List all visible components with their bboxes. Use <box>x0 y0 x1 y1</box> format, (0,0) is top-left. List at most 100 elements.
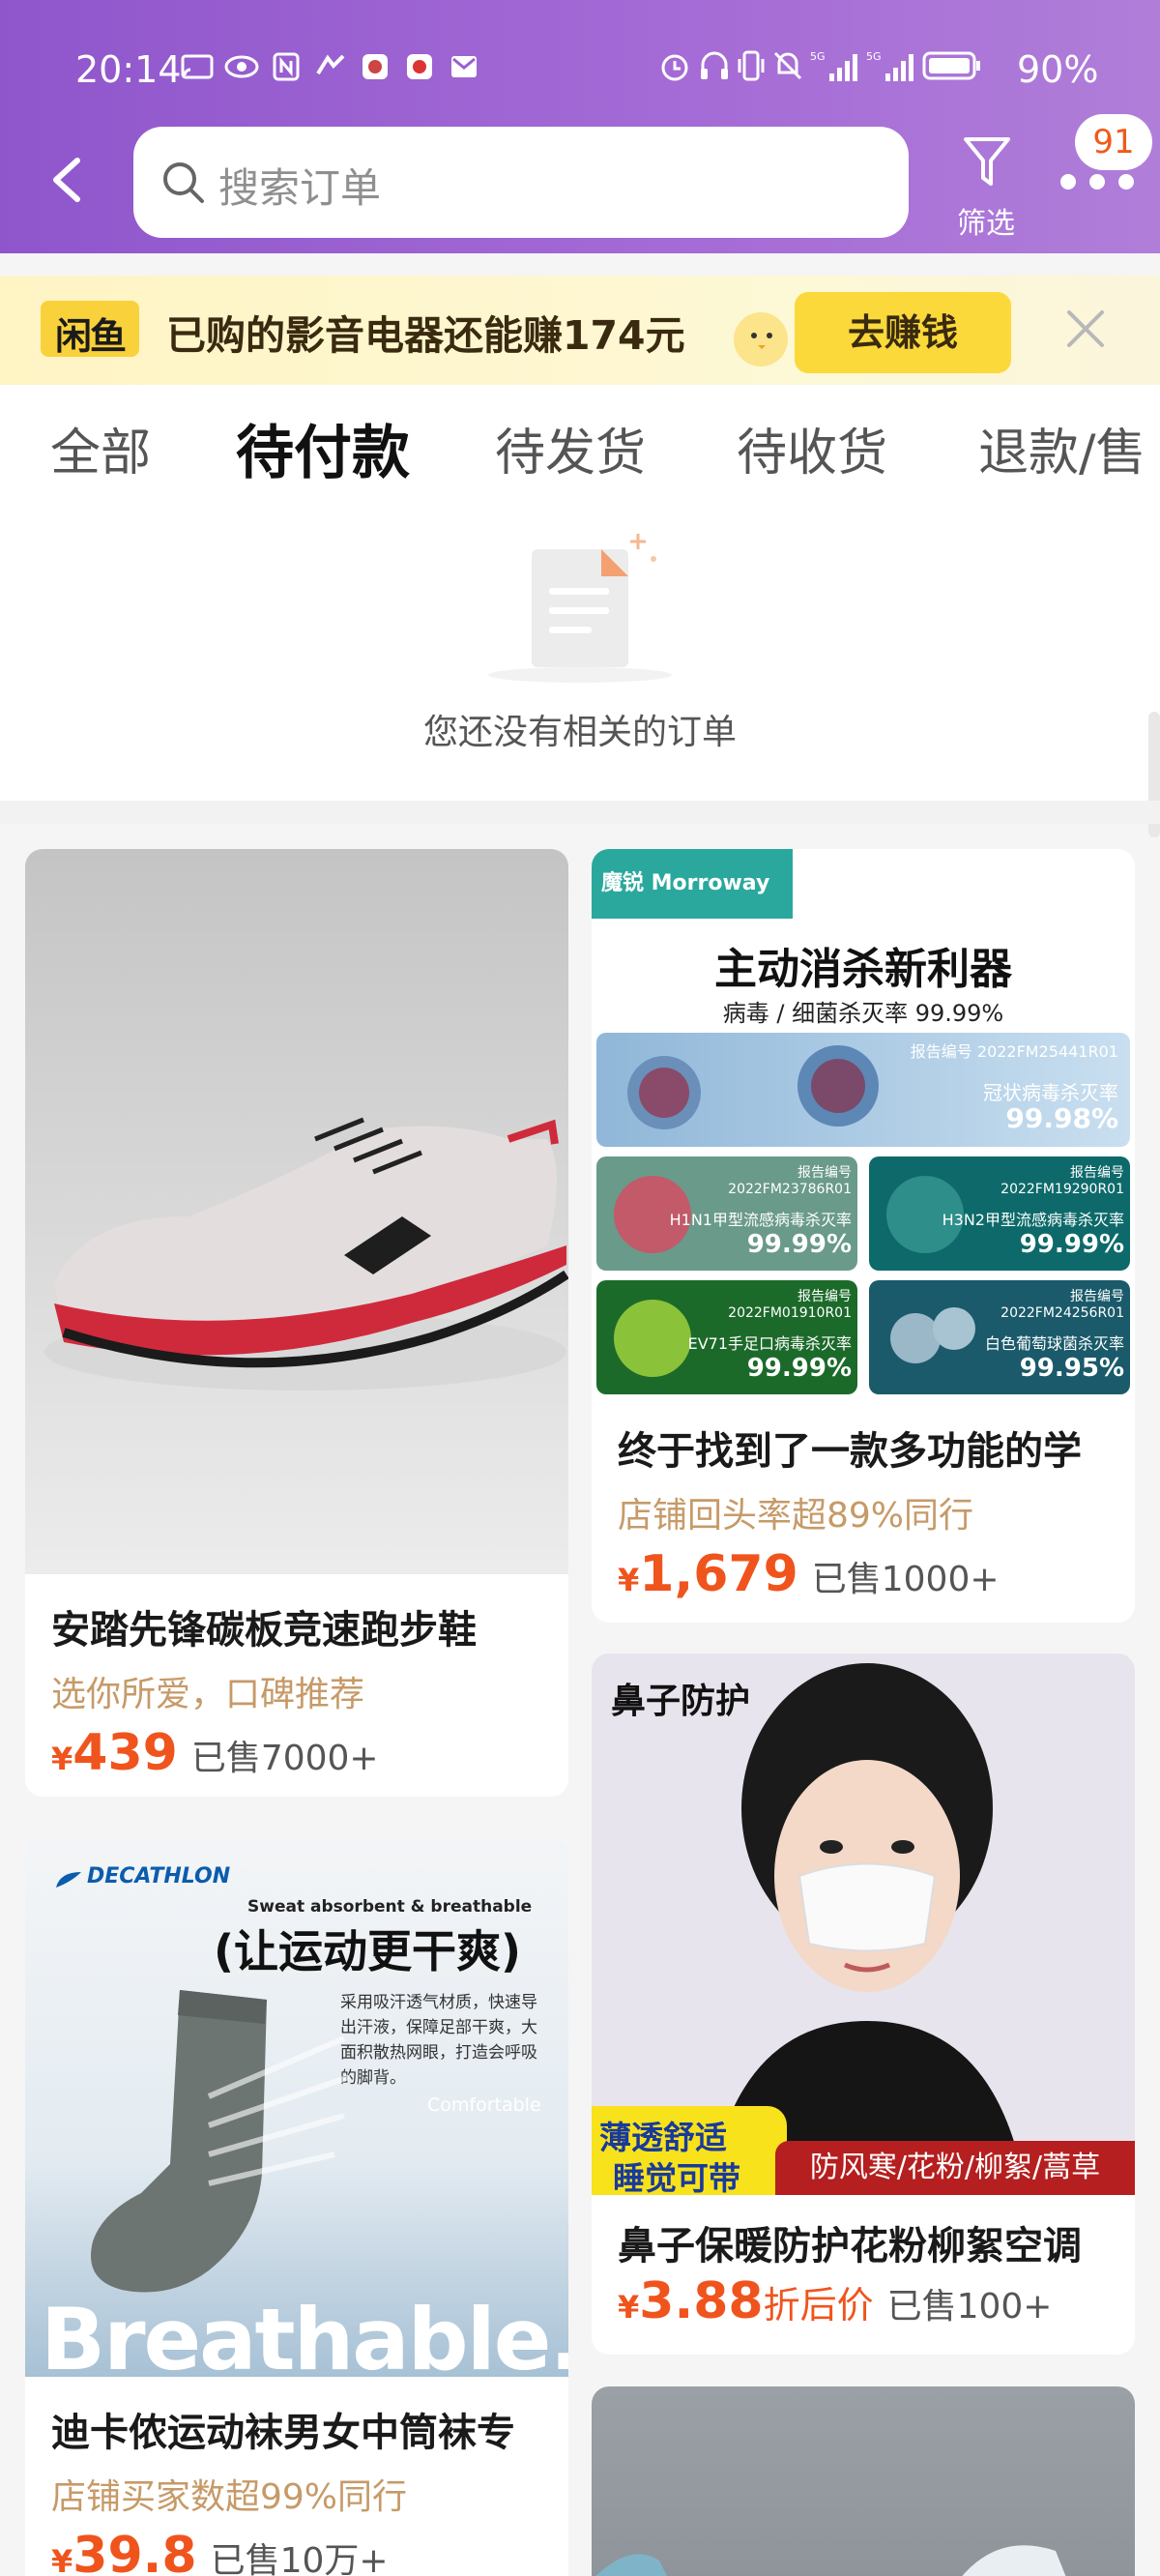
search-placeholder: 搜索订单 <box>218 164 382 212</box>
header-bar: 20:14 5G 5G 90% 搜索订单 筛选 91 <box>0 0 1160 253</box>
battery-icon <box>922 51 980 80</box>
tab-pending-shipment[interactable]: 待发货 <box>495 412 646 484</box>
product-image-running-shoe <box>25 849 568 1574</box>
brand-label: 魔锐 Morroway <box>592 849 793 919</box>
cell-value: 99.99% <box>746 1230 852 1259</box>
product-price: ¥439 已售7000+ <box>51 1724 379 1782</box>
yellow-label: 薄透舒适 睡觉可带 <box>592 2106 787 2197</box>
cell-label: 白色葡萄球菌杀灭率 <box>984 1334 1124 1353</box>
sold-count: 已售1000+ <box>811 1560 1000 1599</box>
search-input[interactable]: 搜索订单 <box>133 127 909 238</box>
filter-button[interactable]: 筛选 <box>942 128 1030 241</box>
tab-refund[interactable]: 退款/售 <box>978 412 1146 484</box>
product-tag: 店铺买家数超99%同行 <box>51 2477 408 2517</box>
cell-label: 冠状病毒杀灭率 <box>983 1081 1118 1104</box>
image-subheading: Sweat absorbent & breathable <box>247 1897 533 1917</box>
product-title: 终于找到了一款多功能的学 <box>618 1429 1082 1474</box>
chick-mascot-icon <box>734 312 788 366</box>
report-code: 报告编号 2022FM23786R01 <box>728 1165 852 1197</box>
image-headline: 主动消杀新利器 <box>714 945 1012 994</box>
tab-pending-payment[interactable]: 待付款 <box>236 406 410 490</box>
chevron-left-icon <box>53 158 80 202</box>
app-notification-icon-2 <box>358 50 392 83</box>
signal-5g-icon-2: 5G <box>866 50 914 81</box>
back-button[interactable] <box>39 145 97 215</box>
cell-value: 99.95% <box>1019 1354 1124 1383</box>
image-side-label: Comfortable <box>427 2094 541 2116</box>
status-notification-icons <box>180 50 481 83</box>
virus-illustration-icon-5 <box>890 1307 975 1363</box>
sold-count: 已售10万+ <box>210 2541 389 2576</box>
currency-symbol: ¥ <box>618 1562 640 1598</box>
product-title: 鼻子保暖防护花粉柳絮空调 <box>618 2224 1082 2269</box>
status-time: 20:14 <box>75 48 182 91</box>
xianyu-logo-text: 闲鱼 <box>54 315 127 357</box>
tab-pending-receipt[interactable]: 待收货 <box>737 412 887 484</box>
virus-cell-5: 报告编号 2022FM24256R01 白色葡萄球菌杀灭率 99.95% <box>869 1280 1130 1394</box>
image-label-top: 鼻子防护 <box>611 1682 751 1721</box>
empty-state-text: 您还没有相关的订单 <box>422 713 737 752</box>
signal-5g-icon: 5G <box>810 50 857 81</box>
virus-cell-4: 报告编号 2022FM01910R01 EV71手足口病毒杀灭率 99.99% <box>596 1280 857 1394</box>
report-code: 报告编号 2022FM01910R01 <box>728 1289 852 1321</box>
sock-illustration <box>91 1990 350 2293</box>
earn-money-button[interactable]: 去赚钱 <box>795 292 1011 373</box>
product-price: ¥1,679 已售1000+ <box>618 1545 1000 1603</box>
tab-all[interactable]: 全部 <box>50 412 151 484</box>
price-value: 39.8 <box>72 2527 197 2576</box>
product-image-partial <box>595 2545 1066 2576</box>
decathlon-logo-icon <box>56 1872 81 1888</box>
product-image-disinfectant: 魔锐 Morroway 主动消杀新利器 病毒 / 细菌杀灭率 99.99% 报告… <box>592 849 1135 1410</box>
brand-label: DECATHLON <box>87 1864 231 1888</box>
search-icon <box>163 162 204 203</box>
banner-text: 已购的影音电器还能赚174元 <box>166 312 685 359</box>
empty-document-icon <box>488 534 672 683</box>
report-code: 报告编号 2022FM25441R01 <box>910 1042 1118 1061</box>
promo-banner[interactable]: 闲鱼 已购的影音电器还能赚174元 去赚钱 <box>0 276 1160 385</box>
image-label-left-2: 睡觉可带 <box>613 2159 740 2197</box>
mail-icon <box>447 50 481 83</box>
section-divider <box>0 801 1160 824</box>
status-bar: 20:14 5G 5G 90% <box>0 0 1160 126</box>
headphones-icon <box>701 51 728 79</box>
cell-label: EV71手足口病毒杀灭率 <box>687 1334 852 1353</box>
image-label-left-1: 薄透舒适 <box>599 2119 727 2156</box>
price-value: 439 <box>72 1724 178 1782</box>
product-card-partial[interactable] <box>592 2386 1135 2576</box>
currency-symbol: ¥ <box>51 1741 73 1777</box>
product-card-socks[interactable]: DECATHLON Sweat absorbent & breathable (… <box>25 1835 568 2576</box>
eye-icon <box>224 50 259 83</box>
price-value: 1,679 <box>639 1545 798 1603</box>
order-tabs-section: 全部 待付款 待发货 待收货 退款/售 您还没有相关的订单 <box>0 385 1160 837</box>
svg-text:5G: 5G <box>866 50 882 63</box>
virus-cell-2: 报告编号 2022FM23786R01 H1N1甲型流感病毒杀灭率 99.99% <box>596 1156 857 1271</box>
xianyu-logo: 闲鱼 <box>41 301 139 357</box>
status-system-icons: 5G 5G <box>657 48 982 83</box>
product-image-socks: DECATHLON Sweat absorbent & breathable (… <box>25 1835 568 2389</box>
currency-symbol: ¥ <box>51 2543 73 2576</box>
discount-label: 折后价 <box>763 2284 874 2327</box>
currency-symbol: ¥ <box>618 2289 640 2326</box>
sold-count: 已售100+ <box>886 2287 1053 2327</box>
sold-count: 已售7000+ <box>190 1739 379 1778</box>
cell-value: 99.98% <box>1005 1102 1118 1134</box>
product-card-disinfectant[interactable]: 魔锐 Morroway 主动消杀新利器 病毒 / 细菌杀灭率 99.99% 报告… <box>592 849 1135 1623</box>
product-tag: 选你所爱，口碑推荐 <box>51 1675 365 1714</box>
price-value: 3.88 <box>639 2272 764 2330</box>
image-big-word: Breathable. <box>41 2290 568 2389</box>
cell-value: 99.99% <box>1019 1230 1124 1259</box>
cast-icon <box>180 50 215 83</box>
virus-cell-3: 报告编号 2022FM19290R01 H3N2甲型流感病毒杀灭率 99.99% <box>869 1156 1130 1271</box>
product-title: 安踏先锋碳板竞速跑步鞋 <box>51 1608 477 1653</box>
close-icon[interactable] <box>1061 305 1110 353</box>
vibrate-icon <box>738 50 765 81</box>
product-card-nose-protector[interactable]: 鼻子防护 薄透舒适 睡觉可带 防风寒/花粉/柳絮/蒿草 鼻子保暖防护花粉柳絮空调… <box>592 1654 1135 2355</box>
product-price: ¥3.88折后价 已售100+ <box>618 2272 1052 2330</box>
product-card-shoe[interactable]: 安踏先锋碳板竞速跑步鞋 选你所爱，口碑推荐 ¥439 已售7000+ <box>25 849 568 1797</box>
virus-cell-1: 报告编号 2022FM25441R01 冠状病毒杀灭率 99.98% <box>596 1033 1130 1147</box>
nfc-icon <box>269 50 304 83</box>
svg-text:5G: 5G <box>810 50 826 63</box>
cell-label: H1N1甲型流感病毒杀灭率 <box>669 1211 852 1229</box>
filter-label: 筛选 <box>957 207 1015 241</box>
product-price: ¥39.8 已售10万+ <box>51 2527 389 2576</box>
